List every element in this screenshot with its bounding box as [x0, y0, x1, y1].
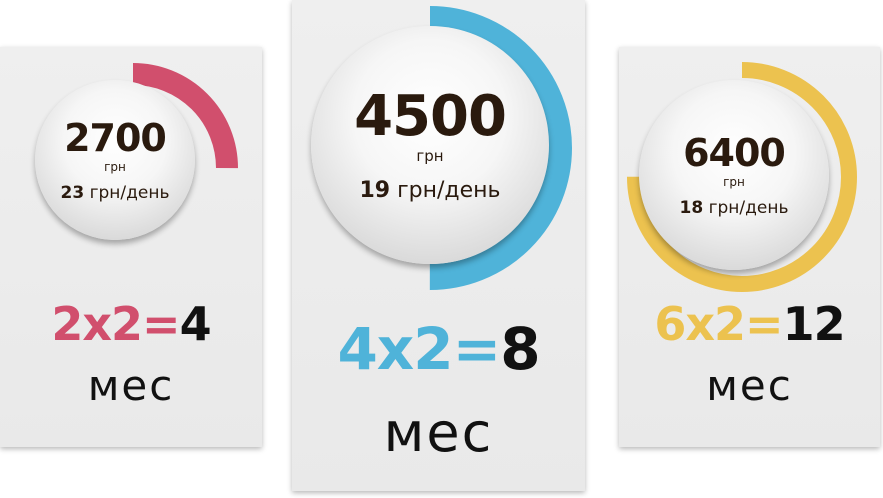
price-disc: 2700 грн 23 грн/день — [35, 80, 195, 240]
formula-expression: 2х2= — [51, 297, 180, 351]
per-day-price: 19 грн/день — [359, 177, 501, 203]
plan-card-1: 2700 грн 23 грн/день 2х2=4 мес — [0, 47, 262, 447]
price-currency: грн — [416, 146, 444, 165]
per-day-value: 19 — [359, 177, 391, 203]
price-amount: 2700 — [64, 115, 167, 160]
duration-formula: 2х2=4 — [0, 301, 262, 347]
plan-card-3: 6400 грн 18 грн/день 6х2=12 мес — [619, 47, 880, 447]
duration-formula: 4х2=8 — [292, 320, 585, 378]
duration-formula: 6х2=12 — [619, 301, 880, 347]
price-currency: грн — [104, 159, 126, 174]
formula-result: 8 — [500, 315, 540, 383]
per-day-unit: грн/день — [397, 177, 501, 203]
price-amount: 6400 — [683, 130, 786, 175]
plan-card-2: 4500 грн 19 грн/день 4х2=8 мес — [288, 0, 585, 491]
per-day-unit: грн/день — [708, 197, 789, 218]
per-day-price: 23 грн/день — [60, 182, 170, 203]
per-day-price: 18 грн/день — [679, 197, 789, 218]
per-day-value: 18 — [679, 197, 704, 218]
months-label: мес — [706, 361, 793, 410]
price-disc: 6400 грн 18 грн/день — [639, 80, 829, 270]
per-day-unit: грн/день — [89, 182, 170, 203]
per-day-value: 23 — [60, 182, 85, 203]
formula-result: 12 — [782, 297, 846, 351]
formula-expression: 6х2= — [654, 297, 783, 351]
price-amount: 4500 — [354, 83, 507, 149]
months-label: мес — [87, 361, 175, 410]
months-label: мес — [383, 401, 494, 464]
price-currency: грн — [723, 174, 745, 189]
formula-expression: 4х2= — [337, 315, 501, 383]
formula-result: 4 — [179, 297, 212, 351]
price-disc: 4500 грн 19 грн/день — [311, 26, 549, 264]
